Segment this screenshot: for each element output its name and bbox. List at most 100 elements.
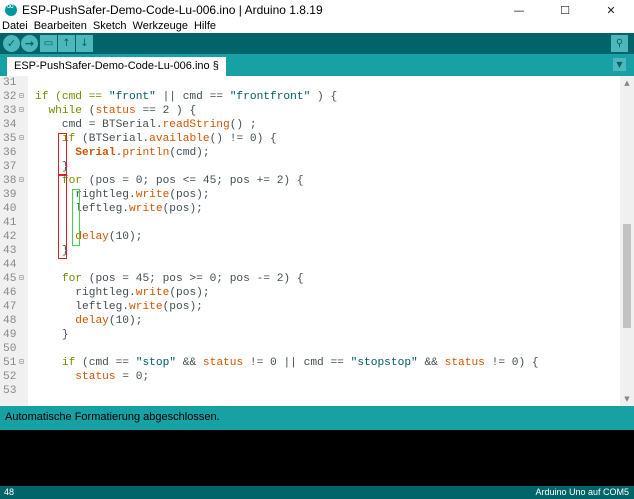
fold-icon[interactable]: ⊟ bbox=[19, 132, 24, 146]
code-token: = 0; bbox=[115, 371, 150, 383]
menu-sketch[interactable]: Sketch bbox=[90, 20, 130, 33]
scrollbar-thumb[interactable] bbox=[623, 224, 631, 328]
code-line: 41 bbox=[0, 216, 620, 230]
highlight-box-red bbox=[58, 133, 67, 175]
upload-button[interactable]: → bbox=[21, 35, 38, 52]
menu-hilfe[interactable]: Hilfe bbox=[191, 20, 219, 33]
line-number: 43 bbox=[3, 245, 17, 257]
code-line: 48 delay(10); bbox=[0, 314, 620, 328]
line-number: 53 bbox=[3, 385, 17, 397]
code-token: && bbox=[176, 357, 203, 369]
scroll-down-icon[interactable]: ▼ bbox=[620, 392, 634, 406]
line-number: 40 bbox=[3, 203, 17, 215]
close-button[interactable]: ✕ bbox=[588, 0, 634, 20]
line-number: 42 bbox=[3, 231, 17, 243]
window-controls: — ☐ ✕ bbox=[496, 0, 634, 20]
code-token: (pos); bbox=[162, 203, 203, 215]
window-title: ESP-PushSafer-Demo-Code-Lu-006.ino | Ard… bbox=[22, 3, 323, 17]
code-line: 31 bbox=[0, 76, 620, 90]
menu-datei[interactable]: Datei bbox=[0, 20, 31, 33]
code-token: "stopstop" bbox=[350, 357, 418, 369]
fold-icon[interactable]: ⊟ bbox=[19, 90, 24, 104]
code-line: 33 ⊟ while (status == 2 ) { bbox=[0, 104, 620, 118]
line-number: 47 bbox=[3, 301, 17, 313]
code-line: 47 leftleg.write(pos); bbox=[0, 300, 620, 314]
code-token: write bbox=[129, 203, 163, 215]
minimize-button[interactable]: — bbox=[496, 0, 542, 20]
code-line: 44 bbox=[0, 258, 620, 272]
code-line: 32 ⊟ if (cmd == "front" || cmd == "front… bbox=[0, 90, 620, 104]
magnifier-icon: ⚲ bbox=[615, 38, 624, 49]
code-token: leftleg. bbox=[75, 301, 130, 313]
code-token: if (cmd == bbox=[35, 91, 109, 103]
code-token: (BTSerial. bbox=[75, 133, 150, 145]
tab-menu-button[interactable]: ▼ bbox=[613, 58, 626, 71]
code-line: 40 leftleg.write(pos); bbox=[0, 202, 620, 216]
open-button[interactable]: ↑ bbox=[58, 35, 75, 52]
code-token: rightleg. bbox=[75, 189, 136, 201]
code-token: readString bbox=[162, 119, 230, 131]
code-token: () != 0) { bbox=[209, 133, 277, 145]
line-number: 37 bbox=[3, 161, 17, 173]
code-token: (10); bbox=[108, 231, 143, 243]
status-message: Automatische Formatierung abgeschlossen. bbox=[5, 411, 220, 423]
menu-bearbeiten[interactable]: Bearbeiten bbox=[31, 20, 90, 33]
code-token: (10); bbox=[108, 315, 143, 327]
code-token: (cmd); bbox=[169, 147, 210, 159]
tab-sketch[interactable]: ESP-PushSafer-Demo-Code-Lu-006.ino § bbox=[7, 57, 226, 76]
code-token: "stop" bbox=[135, 357, 177, 369]
code-token: rightleg. bbox=[75, 287, 136, 299]
code-token: || cmd == bbox=[155, 91, 230, 103]
code-token: "frontfront" bbox=[229, 91, 311, 103]
save-button[interactable]: ↓ bbox=[76, 35, 93, 52]
code-token: } bbox=[61, 329, 69, 341]
code-line: 53 bbox=[0, 384, 620, 398]
fold-icon[interactable]: ⊟ bbox=[19, 356, 24, 370]
code-token: status bbox=[444, 357, 485, 369]
chevron-down-icon: ▼ bbox=[616, 60, 623, 69]
code-token: while bbox=[48, 105, 83, 117]
code-line: 43 } bbox=[0, 244, 620, 258]
code-line: 49 } bbox=[0, 328, 620, 342]
verify-button[interactable]: ✓ bbox=[3, 35, 20, 52]
code-token: leftleg. bbox=[75, 203, 130, 215]
code-token: (cmd == bbox=[75, 357, 136, 369]
console-output[interactable] bbox=[0, 430, 634, 486]
code-token: write bbox=[129, 301, 163, 313]
code-token: cmd = BTSerial. bbox=[61, 119, 163, 131]
code-line: 36 Serial.println(cmd); bbox=[0, 146, 620, 160]
line-number: 49 bbox=[3, 329, 17, 341]
arrow-up-icon: ↑ bbox=[62, 38, 71, 49]
menu-bar: Datei Bearbeiten Sketch Werkzeuge Hilfe bbox=[0, 20, 634, 33]
serial-monitor-button[interactable]: ⚲ bbox=[611, 35, 628, 52]
arrow-right-icon: → bbox=[24, 37, 35, 50]
fold-icon[interactable]: ⊟ bbox=[19, 174, 24, 188]
code-token: (pos); bbox=[169, 287, 210, 299]
maximize-button[interactable]: ☐ bbox=[542, 0, 588, 20]
code-token: status bbox=[95, 105, 136, 117]
check-icon: ✓ bbox=[6, 37, 17, 50]
code-line: 51 ⊟ if (cmd == "stop" && status != 0 ||… bbox=[0, 356, 620, 370]
code-line: 34 cmd = BTSerial.readString() ; bbox=[0, 118, 620, 132]
code-token: Serial bbox=[75, 147, 116, 159]
new-button[interactable]: ▭ bbox=[40, 35, 57, 52]
code-editor[interactable]: 31 32 ⊟ if (cmd == "front" || cmd == "fr… bbox=[0, 76, 634, 406]
scroll-up-icon[interactable]: ▲ bbox=[620, 76, 634, 90]
line-number: 52 bbox=[3, 371, 17, 383]
code-line: 39 rightleg.write(pos); bbox=[0, 188, 620, 202]
code-line: 45 ⊟ for (pos = 45; pos >= 0; pos -= 2) … bbox=[0, 272, 620, 286]
code-line: 50 bbox=[0, 342, 620, 356]
title-bar: ESP-PushSafer-Demo-Code-Lu-006.ino | Ard… bbox=[0, 0, 634, 20]
vertical-scrollbar[interactable]: ▲ ▼ bbox=[620, 76, 634, 406]
line-number: 34 bbox=[3, 119, 17, 131]
fold-icon[interactable]: ⊟ bbox=[19, 104, 24, 118]
menu-werkzeuge[interactable]: Werkzeuge bbox=[130, 20, 191, 33]
line-number: 46 bbox=[3, 287, 17, 299]
file-icon: ▭ bbox=[43, 38, 54, 49]
line-number: 44 bbox=[3, 259, 17, 271]
code-token: "front" bbox=[108, 91, 156, 103]
fold-icon[interactable]: ⊟ bbox=[19, 272, 24, 286]
code-token: ) { bbox=[310, 91, 338, 103]
code-token: == 2 ) { bbox=[135, 105, 197, 117]
code-line: 46 rightleg.write(pos); bbox=[0, 286, 620, 300]
